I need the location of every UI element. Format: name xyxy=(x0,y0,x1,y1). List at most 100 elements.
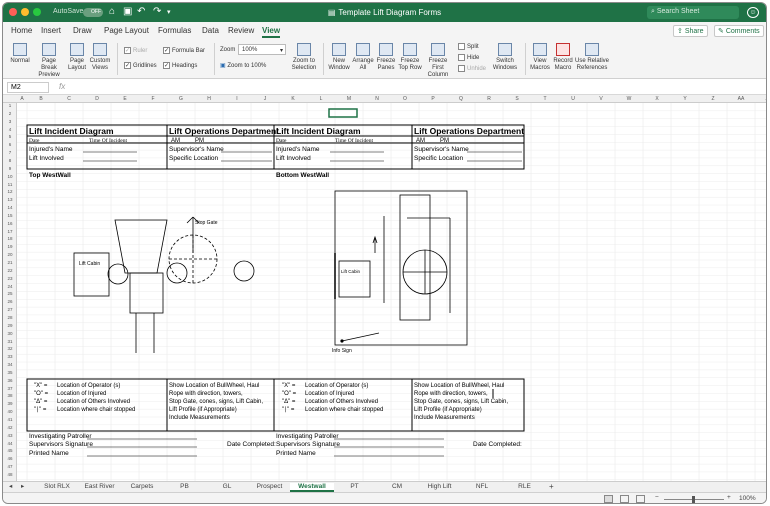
zoom-100-button[interactable]: ▣ Zoom to 100% xyxy=(220,62,266,69)
freeze-first-column-button[interactable]: Freeze First Column xyxy=(423,43,453,79)
sheet-grid[interactable]: Lift Incident Diagram Lift Operations De… xyxy=(17,103,766,481)
row-header[interactable]: 44 xyxy=(3,441,17,447)
row-header[interactable]: 7 xyxy=(3,150,17,156)
tab-insert[interactable]: Insert xyxy=(41,26,61,35)
sheet-tab[interactable]: CM xyxy=(375,483,419,490)
tab-home[interactable]: Home xyxy=(11,26,32,35)
column-header[interactable]: Z xyxy=(699,96,727,102)
row-header[interactable]: 45 xyxy=(3,448,17,454)
row-header[interactable]: 40 xyxy=(3,409,17,415)
sheet-tab[interactable]: PT xyxy=(333,483,377,490)
row-header[interactable]: 15 xyxy=(3,213,17,219)
new-window-button[interactable]: New Window xyxy=(327,43,351,72)
page-layout-status-icon[interactable] xyxy=(620,495,629,503)
row-header[interactable]: 26 xyxy=(3,299,17,305)
column-header[interactable]: X xyxy=(643,96,671,102)
custom-views-button[interactable]: Custom Views xyxy=(89,43,111,72)
tab-review[interactable]: Review xyxy=(228,26,254,35)
row-header[interactable]: 33 xyxy=(3,354,17,360)
comments-button[interactable]: ✎ Comments xyxy=(714,25,764,37)
sheet-tab[interactable]: Westwall xyxy=(290,483,334,492)
row-header[interactable]: 47 xyxy=(3,464,17,470)
column-header[interactable]: E xyxy=(111,96,139,102)
normal-view-status-icon[interactable] xyxy=(604,495,613,503)
row-header[interactable]: 41 xyxy=(3,417,17,423)
ruler-checkbox[interactable]: ✓ Ruler xyxy=(124,47,147,54)
sheet-tab[interactable]: High Lift xyxy=(418,483,462,490)
row-header[interactable]: 32 xyxy=(3,346,17,352)
split-button[interactable]: Split xyxy=(458,43,479,50)
row-header[interactable]: 11 xyxy=(3,182,17,188)
row-header[interactable]: 17 xyxy=(3,229,17,235)
row-header[interactable]: 35 xyxy=(3,370,17,376)
function-icon[interactable]: fx xyxy=(59,82,65,91)
row-header[interactable]: 27 xyxy=(3,307,17,313)
column-header[interactable]: AB xyxy=(755,96,767,102)
page-break-status-icon[interactable] xyxy=(636,495,645,503)
formula-bar-checkbox[interactable]: ✓ Formula Bar xyxy=(163,47,205,54)
tab-draw[interactable]: Draw xyxy=(73,26,92,35)
row-header[interactable]: 39 xyxy=(3,401,17,407)
row-header[interactable]: 31 xyxy=(3,339,17,345)
column-header[interactable]: W xyxy=(615,96,643,102)
column-header[interactable]: P xyxy=(419,96,447,102)
headings-checkbox[interactable]: ✓ Headings xyxy=(163,62,197,69)
row-header[interactable]: 24 xyxy=(3,284,17,290)
row-header[interactable]: 48 xyxy=(3,472,17,478)
prev-sheet-icon[interactable]: ◂ xyxy=(9,482,12,490)
row-header[interactable]: 46 xyxy=(3,456,17,462)
column-header[interactable]: J xyxy=(251,96,279,102)
hide-button[interactable]: Hide xyxy=(458,54,479,61)
row-header[interactable]: 42 xyxy=(3,425,17,431)
column-header[interactable]: O xyxy=(391,96,419,102)
column-header[interactable]: L xyxy=(307,96,335,102)
column-header[interactable]: I xyxy=(223,96,251,102)
row-header[interactable]: 10 xyxy=(3,174,17,180)
switch-windows-button[interactable]: Switch Windows xyxy=(491,43,519,72)
arrange-all-button[interactable]: Arrange All xyxy=(352,43,374,72)
search-sheet-input[interactable]: ⌕ Search Sheet xyxy=(647,6,739,19)
column-header[interactable]: R xyxy=(475,96,503,102)
unhide-button[interactable]: Unhide xyxy=(458,65,486,72)
row-header[interactable]: 20 xyxy=(3,252,17,258)
zoom-out-button[interactable]: − xyxy=(655,494,659,501)
row-header[interactable]: 2 xyxy=(3,111,17,117)
row-header[interactable]: 4 xyxy=(3,127,17,133)
row-header[interactable]: 13 xyxy=(3,197,17,203)
zoom-slider-thumb[interactable] xyxy=(692,496,695,503)
row-header[interactable]: 3 xyxy=(3,119,17,125)
tab-data[interactable]: Data xyxy=(202,26,219,35)
row-header[interactable]: 29 xyxy=(3,323,17,329)
use-relative-references-button[interactable]: Use Relative References xyxy=(575,43,609,72)
freeze-top-row-button[interactable]: Freeze Top Row xyxy=(398,43,422,72)
tab-page-layout[interactable]: Page Layout xyxy=(104,26,149,35)
column-header[interactable]: U xyxy=(559,96,587,102)
record-macro-button[interactable]: Record Macro xyxy=(552,43,574,72)
row-header[interactable]: 30 xyxy=(3,331,17,337)
next-sheet-icon[interactable]: ▸ xyxy=(21,482,24,490)
view-macros-button[interactable]: View Macros xyxy=(529,43,551,72)
row-header[interactable]: 14 xyxy=(3,205,17,211)
row-header[interactable]: 8 xyxy=(3,158,17,164)
row-header[interactable]: 18 xyxy=(3,236,17,242)
row-header[interactable]: 36 xyxy=(3,378,17,384)
sheet-tab[interactable]: GL xyxy=(205,483,249,490)
row-header[interactable]: 19 xyxy=(3,244,17,250)
sheet-tab[interactable]: Carpets xyxy=(120,483,164,490)
column-header[interactable]: M xyxy=(335,96,363,102)
column-header[interactable]: G xyxy=(167,96,195,102)
column-header[interactable]: H xyxy=(195,96,223,102)
normal-view-button[interactable]: Normal xyxy=(9,43,31,65)
zoom-select[interactable]: 100% ▾ xyxy=(238,44,286,55)
column-header[interactable]: N xyxy=(363,96,391,102)
name-box[interactable]: M2 xyxy=(7,82,49,93)
formula-input[interactable] xyxy=(83,82,763,93)
column-header[interactable]: A xyxy=(17,96,27,102)
sheet-tab[interactable]: East River xyxy=(78,483,122,490)
column-header[interactable]: K xyxy=(279,96,307,102)
row-header[interactable]: 9 xyxy=(3,166,17,172)
page-break-preview-button[interactable]: Page Break Preview xyxy=(34,43,64,79)
row-header[interactable]: 37 xyxy=(3,386,17,392)
column-header[interactable]: AA xyxy=(727,96,755,102)
column-header[interactable]: V xyxy=(587,96,615,102)
